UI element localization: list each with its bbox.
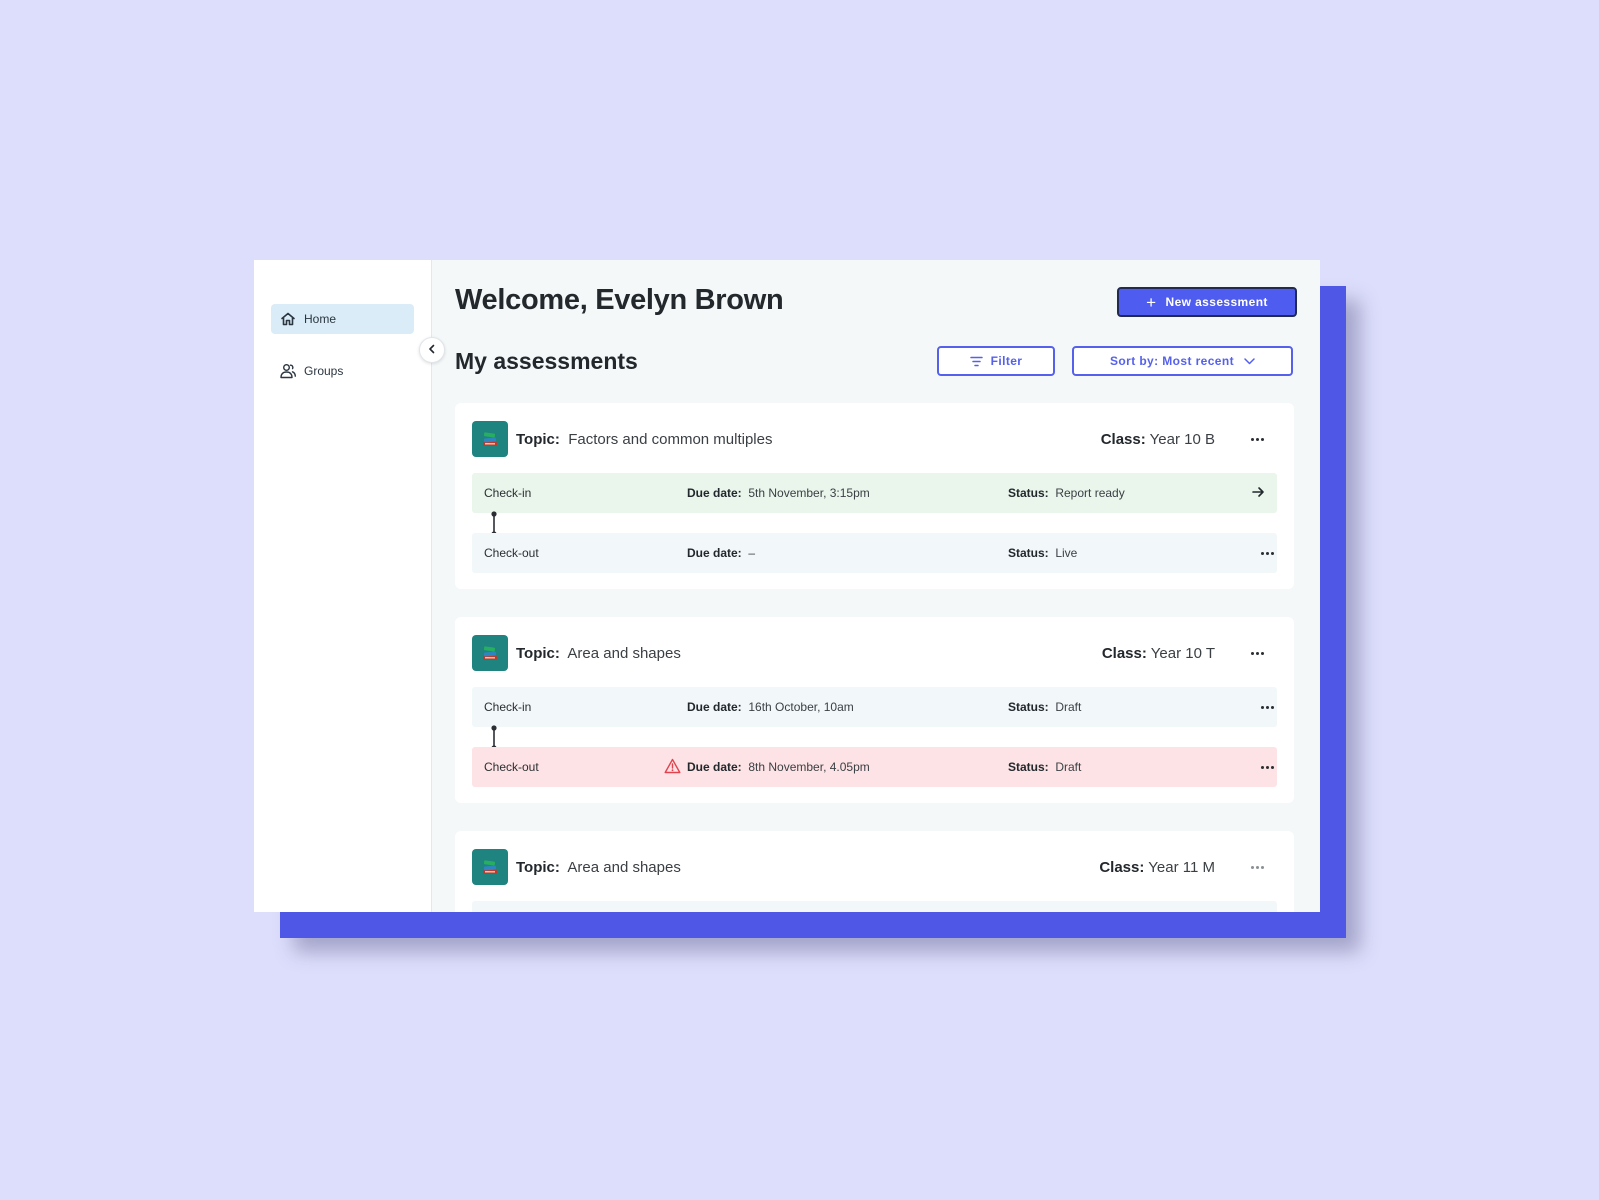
sidebar-item-label: Home [304, 312, 337, 326]
collapse-sidebar-button[interactable] [419, 337, 445, 363]
filter-label: Filter [990, 354, 1023, 368]
checkout-row[interactable]: Check-out Due date: 8th November, 4.05pm… [472, 747, 1277, 787]
new-assessment-label: New assessment [1165, 295, 1268, 309]
class-text: Class: Year 11 M [1099, 859, 1215, 876]
page-title: Welcome, Evelyn Brown [455, 284, 784, 316]
card-header: Topic: Area and shapes Class: Year 11 M [472, 849, 1277, 885]
home-icon [279, 310, 297, 328]
app-window: Home Groups Welcome, Evelyn Brown + New … [254, 260, 1320, 912]
sort-dropdown[interactable]: Sort by: Most recent [1072, 346, 1293, 376]
due-date: Due date: 5th November, 3:15pm [687, 486, 870, 500]
card-header: Topic: Area and shapes Class: Year 10 T [472, 635, 1277, 671]
new-assessment-button[interactable]: + New assessment [1117, 287, 1297, 317]
more-options-icon[interactable] [1257, 759, 1277, 775]
due-date: Due date: 8th November, 4.05pm [687, 760, 870, 774]
sidebar-item-groups[interactable]: Groups [271, 356, 414, 386]
filter-button[interactable]: Filter [937, 346, 1055, 376]
due-date: Due date: 16th October, 10am [687, 700, 854, 714]
plus-icon: + [1146, 292, 1157, 312]
row-type-label: Check-in [484, 486, 532, 500]
assessment-card: Topic: Area and shapes Class: Year 10 T … [455, 617, 1294, 803]
more-options-icon[interactable] [1257, 545, 1277, 561]
more-options-icon[interactable] [1247, 645, 1267, 661]
checkin-row[interactable]: Check-in Due date: 16th October, 10am St… [472, 687, 1277, 727]
books-icon [472, 635, 508, 671]
checkout-row[interactable]: Check-out Due date: – Status: Live [472, 533, 1277, 573]
card-header: Topic: Factors and common multiples Clas… [472, 421, 1277, 457]
section-title: My assessments [455, 348, 638, 374]
due-date: Due date: – [687, 546, 756, 560]
main-content: Welcome, Evelyn Brown + New assessment M… [454, 260, 1320, 912]
status: Status: Report ready [1008, 486, 1125, 500]
class-text: Class: Year 10 T [1101, 645, 1215, 662]
chevron-down-icon [1244, 357, 1255, 365]
sidebar: Home Groups [254, 260, 432, 912]
checkin-row[interactable]: Check-in Due date: 5th November, 3:15pm … [472, 473, 1277, 513]
filter-icon [969, 356, 983, 367]
topic-text: Topic: Area and shapes [516, 645, 681, 662]
status: Status: Live [1008, 546, 1078, 560]
sidebar-item-home[interactable]: Home [271, 304, 414, 334]
arrow-right-icon[interactable] [1251, 485, 1265, 502]
warning-icon [664, 758, 681, 777]
row-type-label: Check-in [484, 700, 532, 714]
books-icon [472, 421, 508, 457]
status: Status: Draft [1008, 700, 1082, 714]
sort-label: Sort by: Most recent [1109, 354, 1234, 368]
topic-text: Topic: Factors and common multiples [516, 431, 773, 448]
row-type-label: Check-out [484, 546, 539, 560]
more-options-icon[interactable] [1257, 699, 1277, 715]
topic-text: Topic: Area and shapes [516, 859, 681, 876]
books-icon [472, 849, 508, 885]
class-text: Class: Year 10 B [1100, 431, 1215, 448]
groups-icon [279, 362, 297, 380]
more-options-icon[interactable] [1247, 859, 1267, 875]
status: Status: Draft [1008, 760, 1082, 774]
more-options-icon[interactable] [1247, 431, 1267, 447]
row-type-label: Check-out [484, 760, 539, 774]
sidebar-item-label: Groups [304, 364, 344, 378]
assessment-card: Topic: Factors and common multiples Clas… [455, 403, 1294, 589]
assessment-card: Topic: Area and shapes Class: Year 11 M [455, 831, 1294, 912]
checkin-row[interactable] [472, 901, 1277, 912]
chevron-left-icon [427, 341, 437, 359]
